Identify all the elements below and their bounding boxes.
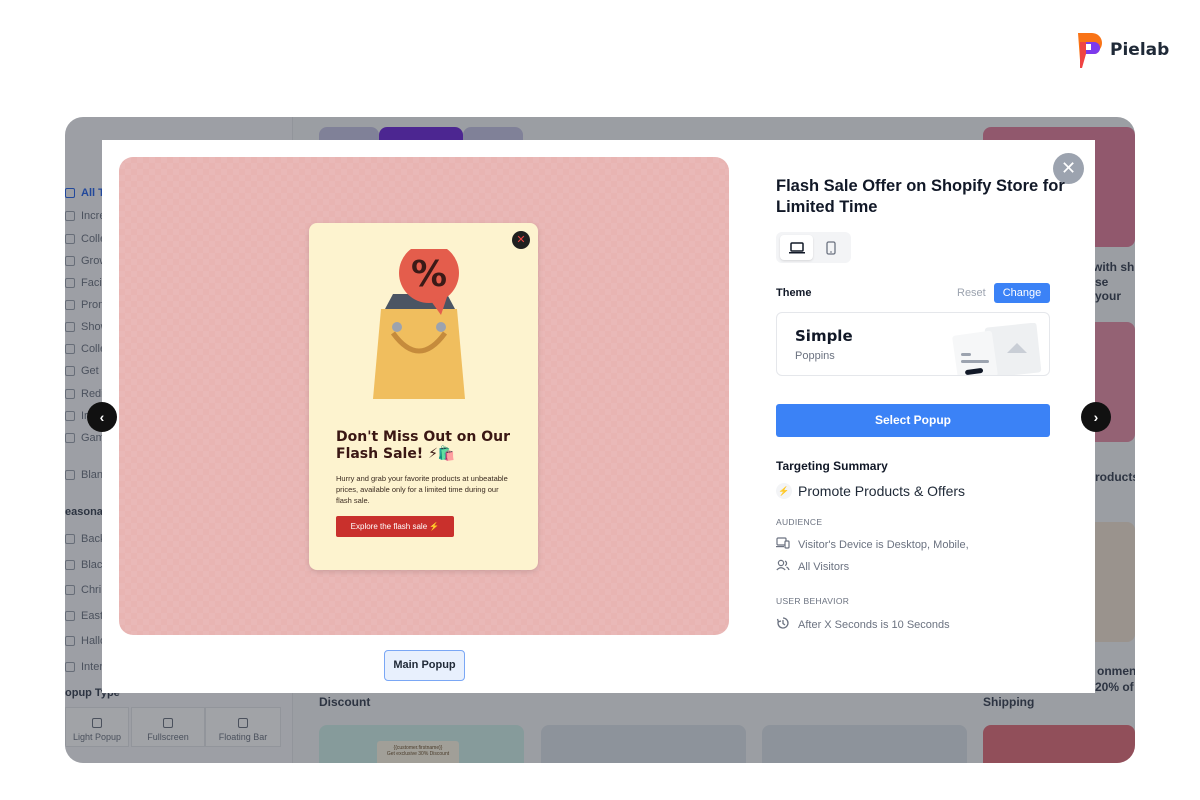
svg-text:%: % [411, 254, 447, 295]
reset-button[interactable]: Reset [957, 287, 986, 299]
user-behavior-caption: USER BEHAVIOR [776, 596, 850, 606]
timer-icon [776, 616, 790, 633]
tab-main-popup[interactable]: Main Popup [384, 650, 465, 681]
popup-close-icon[interactable]: ✕ [512, 231, 530, 249]
shopping-bag-icon: % [369, 243, 469, 399]
template-preview-modal: ✕ % Don't Miss Out on Our Flash Sale! ⚡🛍… [87, 140, 1111, 693]
audience-device-text: Visitor's Device is Desktop, Mobile, [798, 538, 969, 551]
template-title: Flash Sale Offer on Shopify Store for Li… [776, 177, 1065, 216]
audience-caption: AUDIENCE [776, 517, 823, 527]
goal-text: Promote Products & Offers [798, 483, 966, 499]
targeting-summary-title: Targeting Summary [776, 459, 888, 473]
goal-row: ⚡ Promote Products & Offers [776, 483, 965, 499]
popup-preview-area: ✕ % Don't Miss Out on Our Flash Sale! ⚡🛍… [119, 157, 729, 635]
app-frame: All T Incre Colle Grow Facil Prom Show C… [65, 117, 1135, 763]
change-theme-button[interactable]: Change [994, 283, 1050, 303]
popup-cta-button[interactable]: Explore the flash sale ⚡ [336, 516, 454, 537]
popup-title: Don't Miss Out on Our Flash Sale! ⚡🛍️ [336, 429, 510, 462]
bolt-icon: ⚡ [776, 483, 792, 499]
chevron-right-icon[interactable]: › [1081, 402, 1111, 432]
desktop-icon[interactable] [780, 235, 813, 260]
popup-body-text: Hurry and grab your favorite products at… [336, 474, 508, 505]
theme-font: Poppins [795, 350, 835, 362]
device-icon [776, 537, 790, 552]
select-popup-button[interactable]: Select Popup [776, 404, 1050, 437]
brand-name: Pielab [1110, 40, 1170, 60]
behavior-timing-text: After X Seconds is 10 Seconds [798, 618, 950, 631]
theme-label: Theme [776, 287, 812, 299]
audience-visitors-text: All Visitors [798, 560, 850, 573]
behavior-timing-row: After X Seconds is 10 Seconds [776, 616, 950, 633]
device-toggle [776, 232, 851, 263]
users-icon [776, 559, 790, 574]
theme-card[interactable]: Simple Poppins [776, 312, 1050, 376]
pielab-logo-icon [1070, 30, 1104, 70]
theme-name: Simple [795, 327, 853, 345]
mobile-icon[interactable] [814, 235, 847, 260]
popup-card: ✕ % Don't Miss Out on Our Flash Sale! ⚡🛍… [309, 223, 538, 570]
brand-logo: Pielab [1070, 30, 1169, 70]
audience-visitors-row: All Visitors [776, 559, 849, 574]
chevron-left-icon[interactable]: ‹ [87, 402, 117, 432]
audience-device-row: Visitor's Device is Desktop, Mobile, [776, 537, 969, 552]
theme-thumbnail [947, 322, 1047, 375]
